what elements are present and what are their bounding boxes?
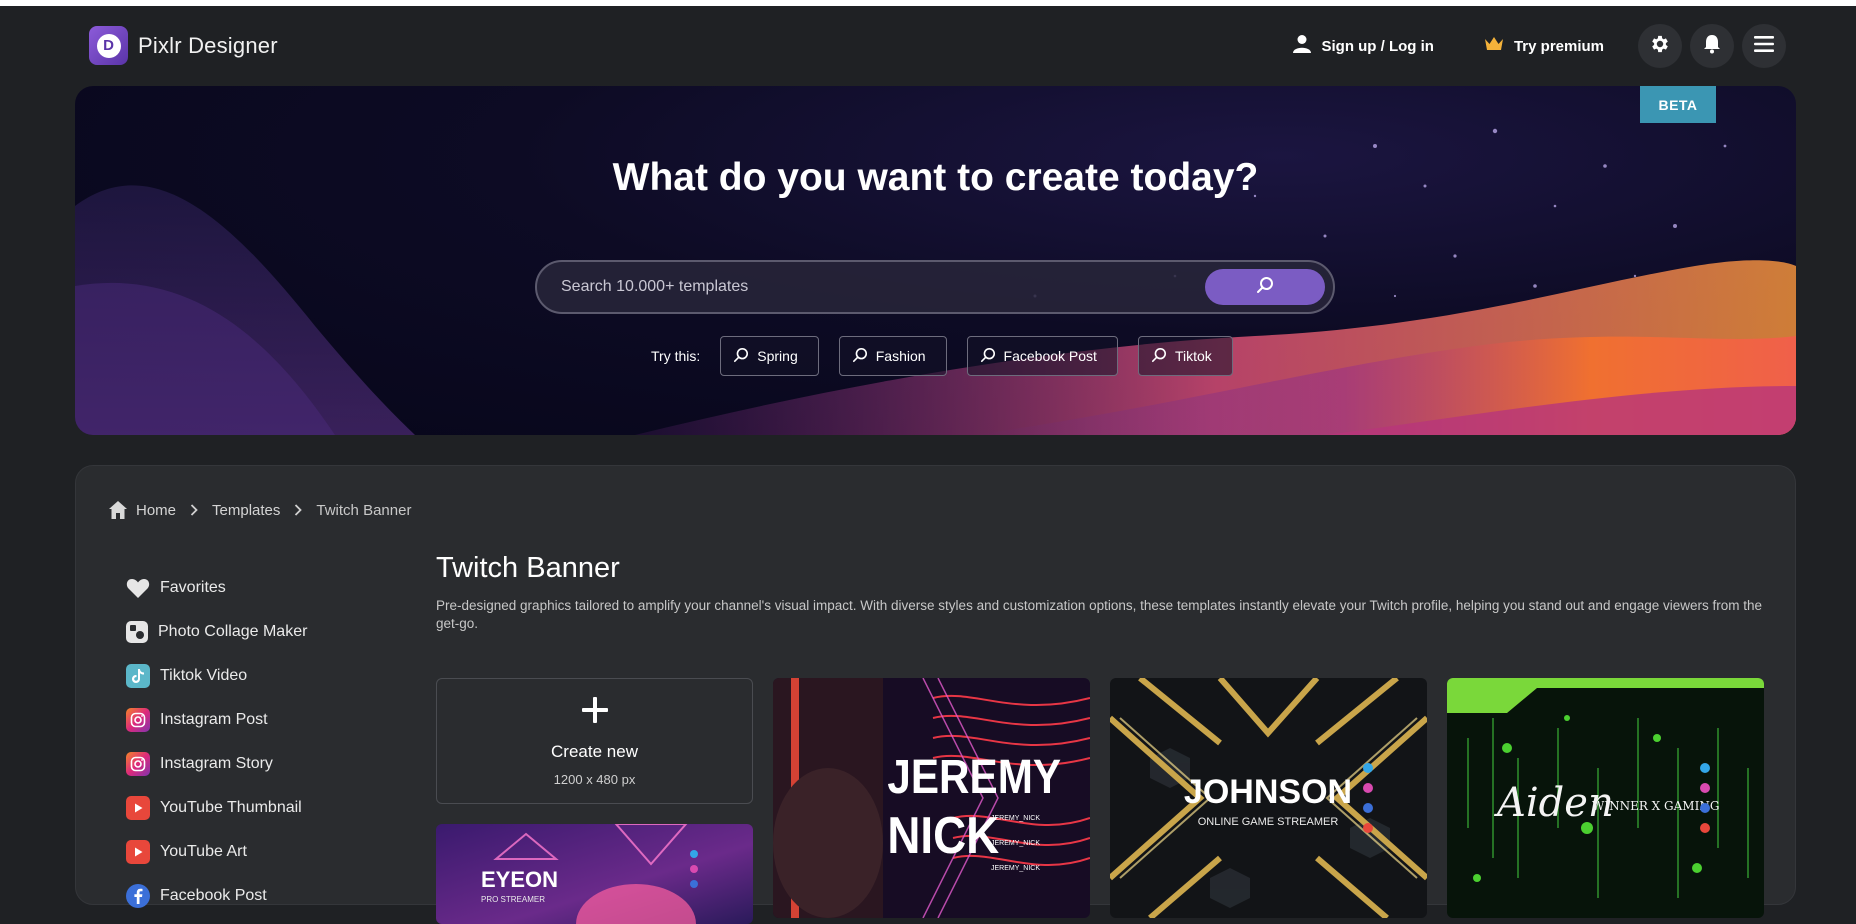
gear-icon [1649,33,1671,60]
search-icon [852,347,868,366]
suggestion-chip-spring[interactable]: Spring [720,336,819,376]
user-icon [1293,34,1312,58]
create-new-label: Create new [551,742,638,761]
sidebar-item-label: Facebook Post [160,887,267,904]
template-thumbnail: JOHNSON ONLINE GAME STREAMER [1110,678,1427,918]
try-this-row: Try this: Spring Fashion Facebook Post T… [651,336,1253,376]
template-search-bar [535,260,1335,314]
sidebar-item-instagram-story[interactable]: Instagram Story [126,742,406,786]
bell-icon [1703,34,1721,59]
youtube-icon [126,796,150,820]
header-actions: Sign up / Log in Try premium [1293,24,1786,68]
sidebar-item-favorites[interactable]: Favorites [126,566,406,610]
sidebar-item-youtube-thumbnail[interactable]: YouTube Thumbnail [126,786,406,830]
template-handle: JEREMY_NICK [991,865,1040,872]
crown-icon [1484,36,1504,56]
hero-banner: BETA What do you want to create today? T… [75,86,1796,435]
suggestion-chip-fashion[interactable]: Fashion [838,336,947,376]
sidebar-item-label: Favorites [160,579,226,596]
template-subtitle: WINNER X GAMING [1592,799,1719,813]
app-root: D Pixlr Designer Sign up / Log in Try pr… [0,6,1856,924]
suggestion-chip-tiktok[interactable]: Tiktok [1137,336,1233,376]
breadcrumb: Home Templates Twitch Banner [108,500,411,520]
sidebar-item-youtube-art[interactable]: YouTube Art [126,830,406,874]
sidebar-item-instagram-post[interactable]: Instagram Post [126,698,406,742]
collage-icon [126,621,148,643]
template-title: EYEON [481,867,558,892]
top-header: D Pixlr Designer Sign up / Log in Try pr… [0,6,1856,86]
app-logo[interactable]: D Pixlr Designer [89,26,278,65]
settings-button[interactable] [1638,24,1682,68]
tiktok-icon [126,664,150,688]
suggestion-label: Spring [757,348,798,364]
search-button[interactable] [1205,269,1325,305]
sidebar-item-photo-collage-maker[interactable]: Photo Collage Maker [126,610,406,654]
heart-icon [126,576,150,600]
beta-badge: BETA [1640,86,1716,123]
try-this-label: Try this: [651,348,701,364]
signin-link[interactable]: Sign up / Log in [1293,34,1434,58]
chevron-right-icon [294,504,303,516]
template-thumbnail: EYEON PRO STREAMER [436,824,753,924]
search-icon [733,347,749,366]
sidebar-item-label: Instagram Story [160,755,273,772]
create-new-size: 1200 x 480 px [553,772,636,787]
signin-label: Sign up / Log in [1321,37,1434,55]
template-subtitle: ONLINE GAME STREAMER [1198,816,1339,828]
template-search-input[interactable] [537,262,1205,312]
notifications-button[interactable] [1690,24,1734,68]
breadcrumb-home[interactable]: Home [136,502,176,519]
template-card[interactable]: Aiden WINNER X GAMING [1447,678,1764,918]
chevron-right-icon [190,504,198,516]
try-premium-link[interactable]: Try premium [1484,36,1604,56]
page-title: Twitch Banner [436,552,620,584]
app-name: Pixlr Designer [138,32,278,58]
sidebar-item-label: Tiktok Video [160,667,248,684]
sidebar-item-tiktok-video[interactable]: Tiktok Video [126,654,406,698]
search-icon [1256,276,1274,299]
facebook-icon [126,884,150,908]
premium-label: Try premium [1513,37,1604,55]
template-handle: JEREMY_NICK [991,840,1040,847]
templates-panel: Home Templates Twitch Banner Favorites P… [75,465,1796,924]
sidebar-item-facebook-post[interactable]: Facebook Post [126,874,406,918]
menu-button[interactable] [1742,24,1786,68]
suggestion-chip-facebook-post[interactable]: Facebook Post [966,336,1118,376]
create-new-card[interactable]: Create new 1200 x 480 px [436,678,753,804]
category-sidebar: Favorites Photo Collage Maker Tiktok Vid… [126,566,406,918]
main-content: Twitch Banner Pre-designed graphics tail… [436,552,1766,633]
youtube-icon [126,840,150,864]
sidebar-item-label: YouTube Art [160,843,247,860]
hamburger-icon [1754,35,1774,57]
sidebar-item-label: Photo Collage Maker [158,623,308,640]
search-icon [1151,347,1167,366]
hero-title: What do you want to create today? [612,156,1259,199]
template-thumbnail: Aiden WINNER X GAMING [1447,678,1764,918]
template-thumbnail: JEREMY NICK JEREMY_NICK JEREMY_NICK JERE… [773,678,1090,918]
plus-icon [580,695,610,730]
suggestion-label: Fashion [875,348,926,364]
template-handle: JEREMY_NICK [991,815,1040,822]
template-subtitle: NICK [887,807,999,864]
breadcrumb-current: Twitch Banner [316,501,412,519]
logo-letter: D [96,33,121,58]
pixlr-logo-icon: D [89,26,128,65]
instagram-icon [126,708,150,732]
sidebar-item-label: YouTube Thumbnail [160,799,302,816]
template-card[interactable]: JEREMY NICK JEREMY_NICK JEREMY_NICK JERE… [773,678,1090,918]
home-icon [108,500,128,520]
template-title: JOHNSON [1184,773,1352,811]
breadcrumb-templates[interactable]: Templates [212,502,280,519]
template-card[interactable]: EYEON PRO STREAMER [436,824,753,924]
search-icon [980,347,996,366]
instagram-icon [126,752,150,776]
template-title: JEREMY [887,749,1061,803]
template-subtitle: PRO STREAMER [481,895,545,904]
suggestion-label: Facebook Post [1003,348,1097,364]
page-description: Pre-designed graphics tailored to amplif… [436,598,1763,631]
template-card[interactable]: JOHNSON ONLINE GAME STREAMER [1110,678,1427,918]
suggestion-label: Tiktok [1174,348,1212,364]
sidebar-item-label: Instagram Post [160,711,268,728]
